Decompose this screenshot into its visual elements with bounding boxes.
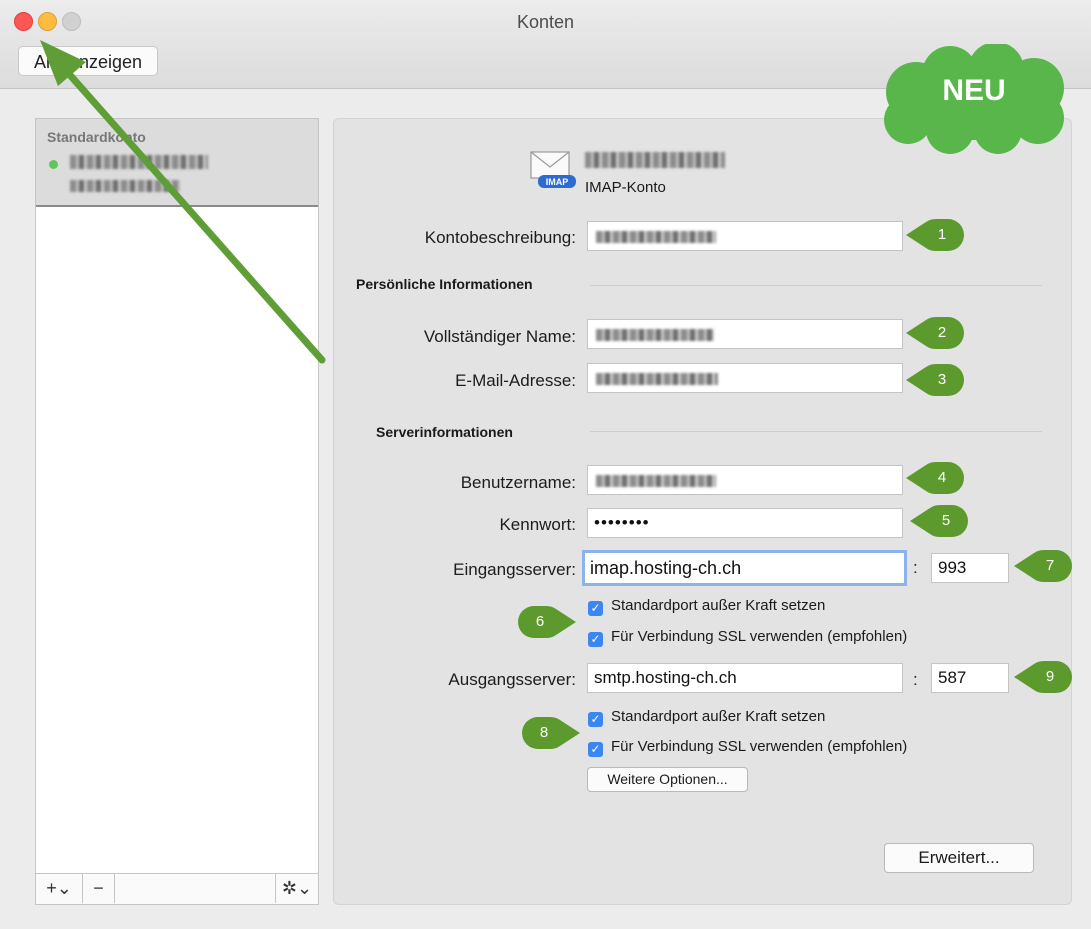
- annotation-marker-3: 3: [906, 363, 964, 397]
- add-account-button[interactable]: +⌄: [36, 874, 83, 903]
- annotation-marker-5: 5: [910, 504, 968, 538]
- password-field[interactable]: ••••••••: [587, 508, 903, 538]
- incoming-port-field[interactable]: 993: [931, 553, 1009, 583]
- status-online-icon: [49, 160, 58, 169]
- checkbox-label: Standardport außer Kraft setzen: [611, 708, 826, 725]
- account-description-label: Kontobeschreibung:: [424, 228, 576, 247]
- redacted-account-title: [585, 152, 725, 168]
- outgoing-override-port-checkbox[interactable]: ✓ Standardport außer Kraft setzen: [588, 708, 825, 727]
- annotation-marker-9: 9: [1014, 660, 1072, 694]
- account-description-field[interactable]: [587, 221, 903, 251]
- incoming-override-port-checkbox[interactable]: ✓ Standardport außer Kraft setzen: [588, 597, 825, 616]
- outgoing-use-ssl-checkbox[interactable]: ✓ Für Verbindung SSL verwenden (empfohlen…: [588, 738, 907, 757]
- redacted-account-name: [70, 155, 208, 169]
- outgoing-server-label: Ausgangsserver:: [448, 670, 576, 689]
- gear-menu-button[interactable]: ✲⌄: [275, 874, 318, 903]
- redacted-value: [596, 329, 714, 341]
- annotation-marker-4: 4: [906, 461, 964, 495]
- account-type-label: IMAP-Konto: [585, 179, 666, 196]
- section-divider: [590, 285, 1042, 286]
- full-name-label: Vollständiger Name:: [423, 327, 576, 346]
- new-badge-cloud: NEU: [878, 42, 1070, 156]
- incoming-server-field[interactable]: imap.hosting-ch.ch: [582, 550, 907, 586]
- checkbox-checked-icon: ✓: [588, 632, 603, 647]
- outgoing-port-field[interactable]: 587: [931, 663, 1009, 693]
- redacted-value: [596, 373, 718, 385]
- annotation-marker-2: 2: [906, 316, 964, 350]
- password-label: Kennwort:: [499, 515, 576, 534]
- account-list-section-header: Standardkonto: [47, 129, 146, 145]
- email-field[interactable]: [587, 363, 903, 393]
- annotation-marker-1: 1: [906, 218, 964, 252]
- mail-account-icon: IMAP: [528, 150, 578, 194]
- annotation-marker-6: 6: [518, 605, 576, 639]
- email-label: E-Mail-Adresse:: [455, 371, 576, 390]
- server-info-heading: Serverinformationen: [376, 424, 513, 440]
- account-list: Standardkonto +⌄ − ✲⌄: [35, 118, 319, 905]
- remove-account-button[interactable]: −: [83, 874, 115, 903]
- more-options-button[interactable]: Weitere Optionen...: [587, 767, 748, 792]
- section-divider: [590, 431, 1042, 432]
- port-separator: :: [913, 670, 918, 689]
- redacted-value: [596, 475, 716, 487]
- full-name-field[interactable]: [587, 319, 903, 349]
- outgoing-server-field[interactable]: smtp.hosting-ch.ch: [587, 663, 903, 693]
- annotation-marker-8: 8: [522, 716, 580, 750]
- account-list-toolbar: +⌄ − ✲⌄: [36, 873, 318, 904]
- checkbox-checked-icon: ✓: [588, 712, 603, 727]
- incoming-server-label: Eingangsserver:: [453, 560, 576, 579]
- incoming-use-ssl-checkbox[interactable]: ✓ Für Verbindung SSL verwenden (empfohlen…: [588, 628, 907, 647]
- checkbox-checked-icon: ✓: [588, 742, 603, 757]
- imap-badge-label: IMAP: [546, 177, 569, 187]
- username-field[interactable]: [587, 465, 903, 495]
- annotation-marker-7: 7: [1014, 549, 1072, 583]
- username-label: Benutzername:: [460, 473, 576, 492]
- accounts-window: Konten Alle anzeigen Standardkonto +⌄ − …: [0, 0, 1091, 929]
- port-separator: :: [913, 558, 918, 577]
- redacted-account-type: [70, 180, 180, 192]
- window-title: Konten: [516, 12, 575, 32]
- new-badge-label: NEU: [942, 74, 1006, 107]
- account-list-item-selected[interactable]: Standardkonto: [36, 119, 318, 207]
- checkbox-checked-icon: ✓: [588, 601, 603, 616]
- show-all-button[interactable]: Alle anzeigen: [18, 46, 158, 76]
- personal-info-heading: Persönliche Informationen: [356, 276, 533, 292]
- advanced-button[interactable]: Erweitert...: [884, 843, 1034, 873]
- checkbox-label: Für Verbindung SSL verwenden (empfohlen): [611, 628, 908, 645]
- checkbox-label: Standardport außer Kraft setzen: [611, 597, 826, 614]
- redacted-value: [596, 231, 716, 243]
- checkbox-label: Für Verbindung SSL verwenden (empfohlen): [611, 738, 908, 755]
